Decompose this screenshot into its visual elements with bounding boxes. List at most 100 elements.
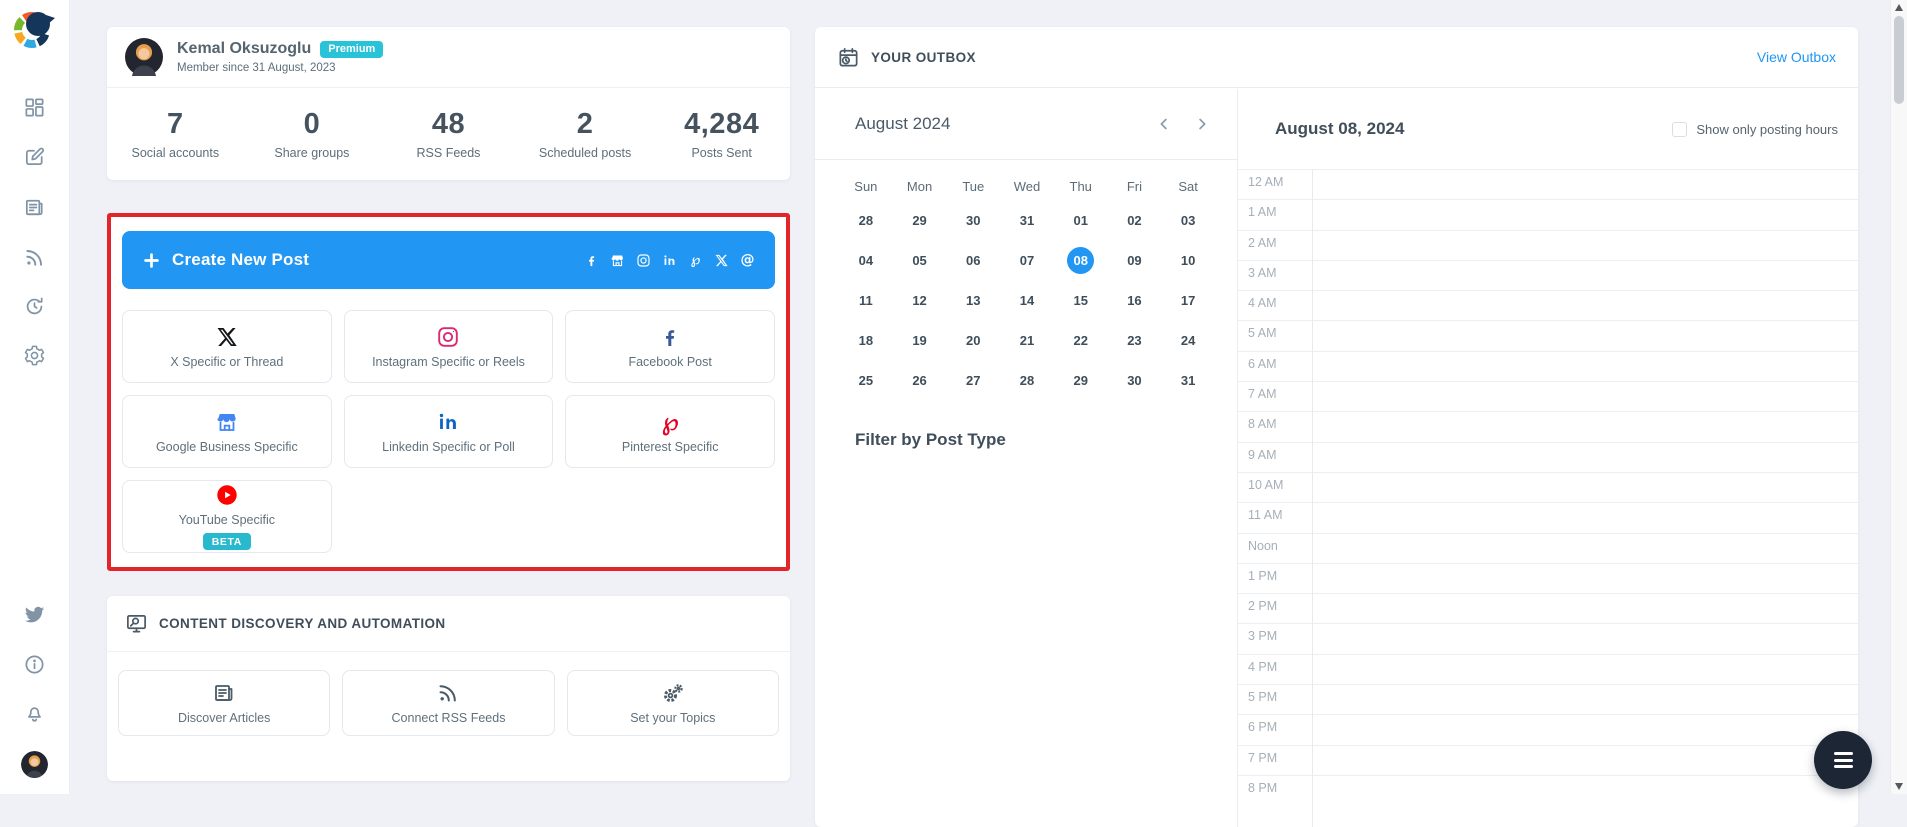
create-new-post-label: Create New Post [172, 250, 309, 270]
calendar-day-15[interactable]: 15 [1054, 280, 1108, 320]
post-tile-facebook-post[interactable]: Facebook Post [565, 310, 775, 383]
post-tile-pinterest-specific[interactable]: ℘ Pinterest Specific [565, 395, 775, 468]
calendar-day-29[interactable]: 29 [893, 200, 947, 240]
sidebar-item-info[interactable] [0, 653, 69, 676]
calendar-day-26[interactable]: 26 [893, 360, 947, 400]
hour-row-4-pm[interactable]: 4 PM [1238, 654, 1858, 684]
sidebar-item-settings[interactable] [0, 344, 69, 367]
calendar-day-11[interactable]: 11 [839, 280, 893, 320]
profile-card: Kemal Oksuzoglu Premium Member since 31 … [107, 27, 790, 180]
tile-label: Facebook Post [628, 355, 711, 369]
calendar-day-31[interactable]: 31 [1000, 200, 1054, 240]
calendar-day-02[interactable]: 02 [1108, 200, 1162, 240]
post-tile-instagram-specific-or-reels[interactable]: Instagram Specific or Reels [344, 310, 554, 383]
outbox-body: August 2024 SunMonTueWedThuFriSat2829303… [815, 89, 1858, 827]
calendar-day-31[interactable]: 31 [1161, 360, 1215, 400]
sidebar-item-bell[interactable] [0, 702, 69, 725]
sidebar-item-compose[interactable] [0, 145, 69, 168]
sidebar-item-dashboard[interactable] [0, 96, 69, 119]
show-posting-hours-toggle[interactable]: Show only posting hours [1672, 122, 1838, 137]
discovery-tile-set-your-topics[interactable]: Set your Topics [567, 670, 779, 736]
view-outbox-link[interactable]: View Outbox [1757, 49, 1836, 65]
hour-row-4-am[interactable]: 4 AM [1238, 290, 1858, 320]
hour-row-2-pm[interactable]: 2 PM [1238, 593, 1858, 623]
calendar-day-08[interactable]: 08 [1054, 240, 1108, 280]
hour-row-2-am[interactable]: 2 AM [1238, 230, 1858, 260]
calendar-day-27[interactable]: 27 [946, 360, 1000, 400]
platform-icons-row: ℘@ [584, 253, 755, 268]
page-scrollbar[interactable] [1890, 0, 1907, 794]
hour-row-1-am[interactable]: 1 AM [1238, 199, 1858, 229]
sidebar-item-articles[interactable] [0, 196, 69, 219]
sidebar-item-user-avatar[interactable] [0, 751, 69, 778]
calendar-next-button[interactable] [1193, 115, 1211, 133]
post-tile-google-business-specific[interactable]: Google Business Specific [122, 395, 332, 468]
calendar-day-13[interactable]: 13 [946, 280, 1000, 320]
calendar-prev-button[interactable] [1155, 115, 1173, 133]
calendar-day-28[interactable]: 28 [839, 200, 893, 240]
post-tile-youtube-specific[interactable]: YouTube Specific BETA [122, 480, 332, 553]
hour-row-5-am[interactable]: 5 AM [1238, 320, 1858, 350]
hour-label: 3 AM [1248, 266, 1277, 280]
calendar-day-30[interactable]: 30 [1108, 360, 1162, 400]
hour-row-10-am[interactable]: 10 AM [1238, 472, 1858, 502]
hour-row-8-am[interactable]: 8 AM [1238, 411, 1858, 441]
day-title: August 08, 2024 [1275, 119, 1404, 139]
calendar-day-01[interactable]: 01 [1054, 200, 1108, 240]
sidebar-item-schedule[interactable] [0, 295, 69, 318]
scroll-up-arrow[interactable] [1895, 4, 1903, 11]
posting-hours-checkbox[interactable] [1672, 122, 1687, 137]
calendar-day-04[interactable]: 04 [839, 240, 893, 280]
post-tile-x-specific-or-thread[interactable]: X Specific or Thread [122, 310, 332, 383]
hour-row-7-pm[interactable]: 7 PM [1238, 745, 1858, 775]
profile-avatar[interactable] [125, 38, 163, 76]
hour-row-6-pm[interactable]: 6 PM [1238, 714, 1858, 744]
hour-row-8-pm[interactable]: 8 PM [1238, 775, 1858, 805]
create-new-post-button[interactable]: Create New Post ℘@ [122, 231, 775, 289]
hour-row-9-am[interactable]: 9 AM [1238, 442, 1858, 472]
hour-row-noon[interactable]: Noon [1238, 533, 1858, 563]
calendar-day-20[interactable]: 20 [946, 320, 1000, 360]
posting-hours-label: Show only posting hours [1696, 122, 1838, 137]
hour-row-3-am[interactable]: 3 AM [1238, 260, 1858, 290]
calendar-day-07[interactable]: 07 [1000, 240, 1054, 280]
calendar-day-21[interactable]: 21 [1000, 320, 1054, 360]
calendar-day-09[interactable]: 09 [1108, 240, 1162, 280]
calendar-day-12[interactable]: 12 [893, 280, 947, 320]
calendar-day-03[interactable]: 03 [1161, 200, 1215, 240]
content-discovery-icon [125, 612, 148, 635]
post-tile-linkedin-specific-or-poll[interactable]: Linkedin Specific or Poll [344, 395, 554, 468]
calendar-day-06[interactable]: 06 [946, 240, 1000, 280]
calendar-day-29[interactable]: 29 [1054, 360, 1108, 400]
calendar-day-10[interactable]: 10 [1161, 240, 1215, 280]
sidebar-item-rss[interactable] [0, 246, 69, 269]
discovery-tile-connect-rss-feeds[interactable]: Connect RSS Feeds [342, 670, 554, 736]
scrollbar-thumb[interactable] [1894, 16, 1904, 104]
calendar-day-30[interactable]: 30 [946, 200, 1000, 240]
calendar-day-14[interactable]: 14 [1000, 280, 1054, 320]
calendar-day-05[interactable]: 05 [893, 240, 947, 280]
calendar-day-28[interactable]: 28 [1000, 360, 1054, 400]
calendar-day-17[interactable]: 17 [1161, 280, 1215, 320]
hour-row-1-pm[interactable]: 1 PM [1238, 563, 1858, 593]
discovery-tile-discover-articles[interactable]: Discover Articles [118, 670, 330, 736]
hour-row-5-pm[interactable]: 5 PM [1238, 684, 1858, 714]
calendar-day-23[interactable]: 23 [1108, 320, 1162, 360]
calendar-day-22[interactable]: 22 [1054, 320, 1108, 360]
sidebar-item-twitter[interactable] [0, 603, 69, 626]
hour-row-6-am[interactable]: 6 AM [1238, 351, 1858, 381]
calendar-day-18[interactable]: 18 [839, 320, 893, 360]
hour-row-3-pm[interactable]: 3 PM [1238, 623, 1858, 653]
calendar-day-19[interactable]: 19 [893, 320, 947, 360]
socialbee-logo[interactable] [12, 7, 56, 51]
calendar-day-16[interactable]: 16 [1108, 280, 1162, 320]
quick-menu-fab[interactable] [1814, 731, 1872, 789]
calendar-day-25[interactable]: 25 [839, 360, 893, 400]
hour-row-11-am[interactable]: 11 AM [1238, 502, 1858, 532]
tile-label: Connect RSS Feeds [392, 711, 506, 725]
hour-label: 11 AM [1248, 508, 1283, 522]
hour-row-7-am[interactable]: 7 AM [1238, 381, 1858, 411]
scroll-down-arrow[interactable] [1895, 783, 1903, 790]
calendar-day-24[interactable]: 24 [1161, 320, 1215, 360]
hour-row-12-am[interactable]: 12 AM [1238, 169, 1858, 199]
